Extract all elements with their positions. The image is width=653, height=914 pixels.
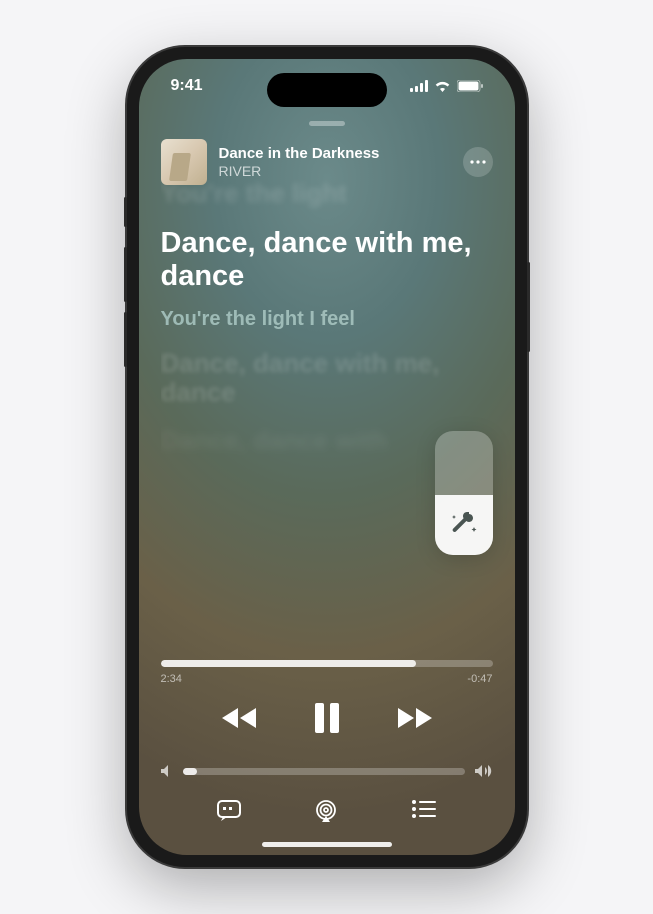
track-artist: RIVER bbox=[219, 163, 451, 180]
sing-vocal-slider[interactable] bbox=[435, 431, 493, 555]
mic-sparkle-icon bbox=[450, 511, 478, 539]
volume-low-icon bbox=[161, 764, 173, 778]
time-row: 2:34 -0:47 bbox=[161, 673, 493, 685]
more-button[interactable] bbox=[463, 147, 493, 177]
phone-frame: 9:41 Dance in the Darkness RIVER You're … bbox=[127, 47, 527, 867]
lyric-line-future-1: Dance, dance with me, dance bbox=[161, 349, 493, 409]
pause-button[interactable] bbox=[314, 703, 340, 738]
previous-button[interactable] bbox=[220, 706, 258, 735]
screen: 9:41 Dance in the Darkness RIVER You're … bbox=[139, 59, 515, 855]
power-button-hw bbox=[527, 262, 530, 352]
ellipsis-icon bbox=[470, 160, 486, 164]
volume-high-icon bbox=[475, 764, 493, 778]
bottom-actions bbox=[161, 800, 493, 827]
cellular-icon bbox=[410, 80, 428, 92]
track-title: Dance in the Darkness bbox=[219, 145, 451, 163]
sing-slider-fill bbox=[435, 495, 493, 555]
battery-icon bbox=[457, 80, 483, 92]
volume-row bbox=[161, 764, 493, 778]
volume-up-hw bbox=[124, 247, 127, 302]
volume-slider[interactable] bbox=[183, 768, 465, 775]
pause-icon bbox=[314, 703, 340, 733]
sheet-grabber[interactable] bbox=[309, 121, 345, 126]
dynamic-island bbox=[267, 73, 387, 107]
forward-icon bbox=[396, 706, 434, 730]
player-controls: 2:34 -0:47 bbox=[161, 660, 493, 827]
time-elapsed: 2:34 bbox=[161, 673, 182, 685]
wifi-icon bbox=[434, 80, 451, 92]
transport-row bbox=[161, 703, 493, 738]
status-right bbox=[410, 80, 483, 92]
lyric-line-current: Dance, dance with me, dance bbox=[161, 227, 493, 294]
next-button[interactable] bbox=[396, 706, 434, 735]
airplay-button[interactable] bbox=[314, 800, 338, 827]
time-remaining: -0:47 bbox=[467, 673, 492, 685]
airplay-icon bbox=[314, 800, 338, 822]
silent-switch bbox=[124, 197, 127, 227]
queue-button[interactable] bbox=[412, 800, 436, 827]
now-playing-header: Dance in the Darkness RIVER bbox=[161, 139, 493, 185]
lyrics-button[interactable] bbox=[217, 800, 241, 827]
lyric-line-next: You're the light I feel bbox=[161, 308, 493, 331]
album-art[interactable] bbox=[161, 139, 207, 185]
status-time: 9:41 bbox=[171, 77, 203, 95]
home-indicator[interactable] bbox=[262, 842, 392, 847]
quote-bubble-icon bbox=[217, 800, 241, 822]
progress-slider[interactable] bbox=[161, 660, 493, 667]
list-icon bbox=[412, 800, 436, 818]
backward-icon bbox=[220, 706, 258, 730]
progress-fill bbox=[161, 660, 417, 667]
volume-down-hw bbox=[124, 312, 127, 367]
track-info[interactable]: Dance in the Darkness RIVER bbox=[219, 145, 451, 180]
